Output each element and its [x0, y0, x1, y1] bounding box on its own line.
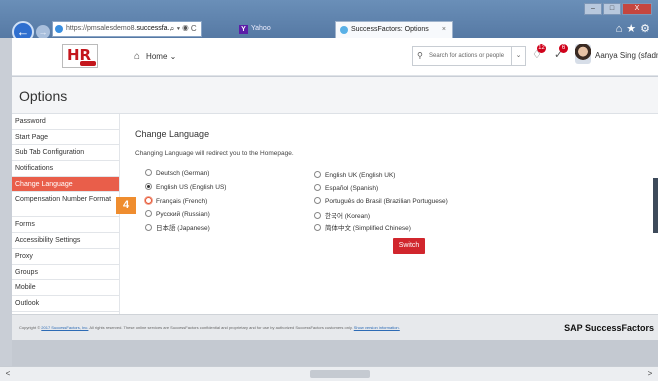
section-heading: Change Language — [135, 129, 210, 139]
close-window-button[interactable]: X — [622, 3, 652, 15]
approvals-badge: 6 — [559, 44, 568, 53]
tab-label: SuccessFactors: Options — [351, 26, 429, 33]
company-link[interactable]: 2017 SuccessFactors, Inc. — [41, 325, 88, 330]
language-label: Русский (Russian) — [156, 211, 210, 218]
tab-successfactors-options[interactable]: SuccessFactors: Options × — [335, 21, 453, 38]
scrollbar-thumb[interactable] — [310, 370, 370, 378]
radio-button[interactable] — [314, 212, 321, 219]
page-title-bar: Options — [12, 77, 658, 114]
notifications-badge: 12 — [537, 44, 546, 53]
language-label: Français (French) — [156, 198, 208, 205]
radio-button[interactable] — [145, 224, 152, 231]
home-menu[interactable]: ⌂ Home ⌄ — [134, 51, 176, 62]
feedback-side-tab[interactable] — [653, 178, 658, 233]
options-panel: Password Start Page Sub Tab Configuratio… — [12, 114, 658, 314]
user-menu[interactable]: Aanya Sing (sfadmin) ⌄ — [595, 51, 658, 60]
language-option-japanese[interactable]: 日本語 (Japanese) — [145, 222, 210, 232]
minimize-button[interactable]: – — [584, 3, 602, 15]
sap-successfactors-brand: SAP SuccessFactors — [564, 323, 654, 333]
radio-button[interactable] — [145, 210, 152, 217]
language-label: 日本語 (Japanese) — [156, 225, 210, 232]
sidebar-item-password[interactable]: Password — [12, 114, 119, 130]
copyright-text: Copyright © 2017 SuccessFactors, Inc. Al… — [19, 325, 400, 330]
language-label: English UK (English UK) — [325, 172, 396, 179]
language-option-english-us[interactable]: English US (English US) — [145, 183, 226, 191]
page-background — [12, 340, 658, 366]
browser-toolbar-icons[interactable]: ⌂★⚙ — [616, 22, 654, 35]
page-footer: Copyright © 2017 SuccessFactors, Inc. Al… — [12, 314, 658, 340]
language-option-english-uk[interactable]: English UK (English UK) — [314, 171, 395, 179]
address-icons[interactable]: ⌕ ▾ ◉ C — [170, 21, 197, 37]
switch-button[interactable]: Switch — [393, 238, 425, 254]
maximize-button[interactable]: □ — [603, 3, 621, 15]
sidebar-item-compensation-number-format[interactable]: Compensation Number Format — [12, 192, 119, 218]
scroll-left-arrow[interactable]: < — [2, 367, 14, 381]
language-option-french[interactable]: Français (French) — [145, 197, 207, 205]
sidebar-item-start-page[interactable]: Start Page — [12, 130, 119, 146]
page-title: Options — [19, 88, 68, 104]
avatar[interactable] — [575, 44, 591, 64]
redirect-note: Changing Language will redirect you to t… — [135, 150, 294, 157]
close-tab-icon[interactable]: × — [442, 22, 446, 38]
sidebar-item-mobile[interactable]: Mobile — [12, 280, 119, 296]
horizontal-scrollbar[interactable]: < > — [0, 366, 658, 381]
sidebar-item-groups[interactable]: Groups — [12, 265, 119, 281]
sidebar-item-accessibility-settings[interactable]: Accessibility Settings — [12, 233, 119, 249]
version-info-link[interactable]: Show version information. — [354, 325, 400, 330]
language-label: Deutsch (German) — [156, 170, 210, 177]
radio-button[interactable] — [314, 197, 321, 204]
successfactors-icon — [340, 26, 348, 34]
change-language-section: Change Language Changing Language will r… — [119, 114, 658, 314]
sidebar-item-notifications[interactable]: Notifications — [12, 161, 119, 177]
app-header: HR ⌂ Home ⌄ ⚲ Search for actions or peopl… — [12, 38, 658, 76]
yahoo-icon: Y — [239, 25, 248, 34]
approvals-button[interactable]: ✓ 6 — [554, 44, 568, 61]
language-option-german[interactable]: Deutsch (German) — [145, 169, 209, 177]
language-option-simplified-chinese[interactable]: 简体中文 (Simplified Chinese) — [314, 222, 411, 232]
forward-button[interactable]: → — [36, 25, 50, 39]
window-controls: – □ X — [583, 3, 652, 17]
notifications-button[interactable]: ♢ 12 — [532, 44, 546, 61]
tab-yahoo[interactable]: Y Yahoo — [236, 21, 331, 38]
search-input[interactable]: ⚲ Search for actions or people — [412, 46, 512, 66]
language-label: Español (Spanish) — [325, 185, 379, 192]
language-option-korean[interactable]: 한국어 (Korean) — [314, 210, 370, 220]
radio-button-selected[interactable] — [145, 183, 152, 190]
language-label: 한국어 (Korean) — [325, 213, 371, 220]
tab-label: Yahoo — [251, 25, 271, 32]
company-logo[interactable]: HR — [62, 44, 98, 68]
language-label: 简体中文 (Simplified Chinese) — [325, 225, 411, 232]
sidebar-item-sub-tab-configuration[interactable]: Sub Tab Configuration — [12, 145, 119, 162]
logo-swoosh — [80, 61, 96, 66]
sidebar-item-outlook[interactable]: Outlook — [12, 296, 119, 312]
search-scope-dropdown[interactable]: ⌄ — [512, 46, 526, 66]
language-label: English US (English US) — [156, 184, 227, 191]
url-prefix: https://pmsalesdemo8. — [66, 25, 137, 32]
copyright-body: All rights reserved. These online servic… — [88, 325, 354, 330]
scroll-right-arrow[interactable]: > — [644, 367, 656, 381]
sidebar-item-proxy[interactable]: Proxy — [12, 249, 119, 265]
radio-button[interactable] — [314, 184, 321, 191]
search-icon: ⚲ — [417, 51, 423, 60]
language-option-brazilian-portuguese[interactable]: Português do Brasil (Brazilian Portugues… — [314, 197, 448, 205]
radio-button-highlighted[interactable] — [145, 197, 152, 204]
home-icon: ⌂ — [134, 51, 141, 62]
browser-chrome: – □ X ← → https://pmsalesdemo8.successfa..… — [0, 0, 658, 43]
radio-button[interactable] — [145, 169, 152, 176]
sidebar-item-change-language[interactable]: Change Language — [12, 176, 119, 193]
language-option-spanish[interactable]: Español (Spanish) — [314, 184, 378, 192]
radio-button[interactable] — [314, 171, 321, 178]
ie-page-icon — [55, 25, 63, 33]
language-option-russian[interactable]: Русский (Russian) — [145, 210, 210, 218]
copyright-prefix: Copyright © — [19, 325, 42, 330]
search-placeholder: Search for actions or people — [429, 53, 505, 59]
step-callout: 4 — [116, 197, 136, 214]
home-label: Home ⌄ — [146, 52, 177, 61]
options-sidebar: Password Start Page Sub Tab Configuratio… — [12, 114, 119, 312]
sidebar-item-forms[interactable]: Forms — [12, 217, 119, 234]
language-label: Português do Brasil (Brazilian Portugues… — [325, 198, 448, 205]
radio-button[interactable] — [314, 224, 321, 231]
url-domain: successfa... — [136, 25, 174, 32]
